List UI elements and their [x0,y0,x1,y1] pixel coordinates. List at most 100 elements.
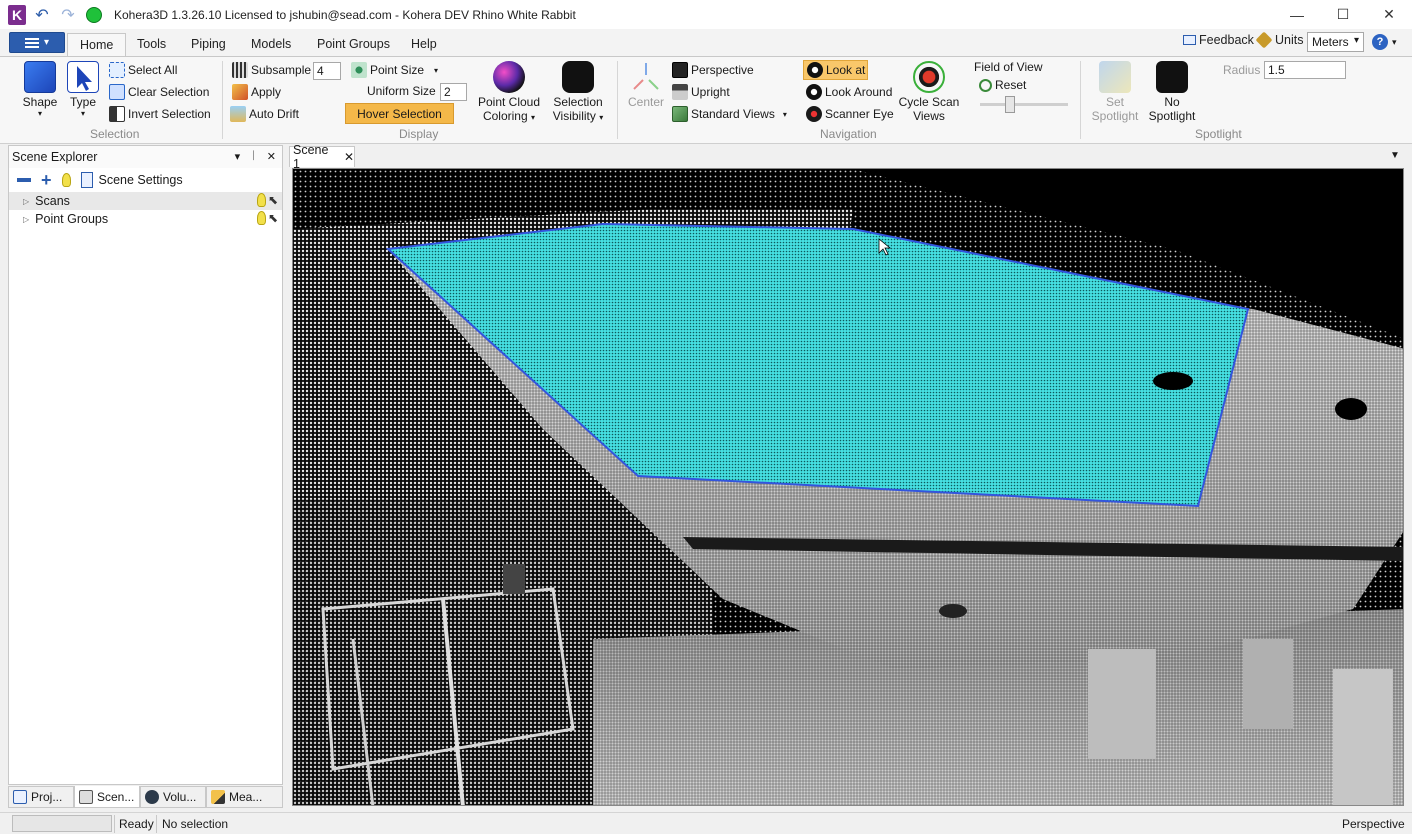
status-ready: Ready [119,817,154,831]
upright-label: Upright [691,85,730,99]
expand-all-icon[interactable]: + [41,171,52,189]
tab-piping[interactable]: Piping [191,37,226,51]
tab-scene[interactable]: Scen... [74,786,140,808]
no-spotlight-label-1: No [1164,95,1180,109]
field-of-view-slider-track[interactable] [980,103,1068,106]
tree-item-scans[interactable]: ▷ Scans ⬉ [9,192,282,210]
hover-selection-button[interactable]: Hover Selection [345,103,454,124]
clear-selection-icon [109,84,125,100]
cursor-arrow-icon [67,61,99,93]
set-spotlight-label-1: Set [1105,95,1124,109]
tree-item-point-groups[interactable]: ▷ Point Groups ⬉ [9,210,282,228]
field-of-view-slider-thumb[interactable] [1005,96,1015,113]
point-cloud-coloring-icon [493,61,525,93]
auto-drift-icon [230,106,246,122]
redo-icon[interactable]: ↷ [58,5,78,25]
collapse-all-icon[interactable] [17,178,31,182]
cycle-scan-views-icon [913,61,945,93]
panel-close-icon[interactable]: ✕ [267,150,276,163]
apply-icon [232,84,248,100]
scene-tabs-menu-arrow[interactable]: ▼ [1390,150,1400,161]
panel-menu-arrow[interactable]: ▾ [235,150,241,163]
apply-button[interactable]: Apply [232,84,281,100]
shape-button[interactable]: Shape ▾ [18,61,62,118]
visibility-bulb-icon[interactable] [257,193,266,207]
expand-arrow-icon[interactable]: ▷ [23,215,29,224]
look-at-button[interactable]: Look at [803,60,868,80]
expand-arrow-icon[interactable]: ▷ [23,197,29,206]
minimize-button[interactable]: — [1274,0,1320,29]
navigation-group-label: Navigation [820,127,877,141]
subsample-input[interactable]: 4 [313,62,341,80]
help-icon[interactable]: ? [1372,34,1388,50]
maximize-button[interactable]: ☐ [1320,0,1366,29]
point-cloud-viewport[interactable] [292,168,1404,806]
clear-selection-button[interactable]: Clear Selection [109,84,209,100]
no-spotlight-button[interactable]: No Spotlight [1144,61,1200,123]
type-button[interactable]: Type ▾ [64,61,102,118]
tab-measure[interactable]: Mea... [206,786,283,808]
set-spotlight-label-2: Spotlight [1091,109,1139,123]
point-cloud-coloring-button[interactable]: Point Cloud Coloring ▾ [476,61,542,123]
look-around-button[interactable]: Look Around [806,84,892,100]
scene-tab-close-icon[interactable]: ✕ [344,150,354,164]
file-menu-button[interactable]: ▾ [9,32,65,53]
hull-hole-selected [1153,372,1193,390]
scene-settings-label[interactable]: Scene Settings [99,173,183,187]
undo-icon[interactable]: ↶ [32,5,52,25]
upright-button[interactable]: Upright [672,84,730,100]
select-all-icon [109,62,125,78]
tab-help[interactable]: Help [411,37,437,51]
tab-project[interactable]: Proj... [8,786,74,808]
cycle-scan-views-label-2: Views [913,109,945,123]
visibility-bulb-icon[interactable] [257,211,266,225]
set-spotlight-icon [1099,61,1131,93]
select-all-button[interactable]: Select All [109,62,177,78]
tab-home[interactable]: Home [67,33,127,57]
point-size-button[interactable]: Point Size ▾ [351,62,438,78]
scanner-eye-button[interactable]: Scanner Eye [806,106,894,122]
tab-volume[interactable]: Volu... [140,786,206,808]
no-spotlight-label-2: Spotlight [1148,109,1196,123]
lightbulb-icon[interactable] [61,173,71,187]
window-title: Kohera3D 1.3.26.10 Licensed to jshubin@s… [114,7,576,22]
selection-visibility-label-2-row: Visibility ▾ [552,109,604,123]
feedback-button[interactable]: Feedback [1183,33,1254,47]
tab-point-groups[interactable]: Point Groups [317,37,390,51]
invert-selection-button[interactable]: Invert Selection [109,106,211,122]
selection-visibility-button[interactable]: Selection Visibility ▾ [548,61,608,123]
pin-icon[interactable]: ᛁ [250,150,257,163]
cycle-scan-views-button[interactable]: Cycle Scan Views [898,61,960,123]
scene-explorer-title: Scene Explorer [12,150,98,164]
tab-tools[interactable]: Tools [137,37,166,51]
selectable-cursor-icon[interactable]: ⬉ [268,193,278,207]
uniform-size-input[interactable]: 2 [440,83,467,101]
ribbon-separator [222,61,223,139]
explorer-bottom-tabs: Proj... Scen... Volu... Mea... [8,786,283,808]
title-bar: K ↶ ↷ Kohera3D 1.3.26.10 Licensed to jsh… [0,0,1412,29]
reset-button[interactable]: Reset [979,78,1026,92]
cursor-select-icon[interactable] [80,172,93,188]
subsample-button[interactable]: Subsample [232,62,311,78]
tab-models[interactable]: Models [251,37,291,51]
hull-hole [939,604,967,618]
scanner-eye-icon [806,106,822,122]
standard-views-button[interactable]: Standard Views ▾ [672,106,787,122]
radius-input[interactable]: 1.5 [1264,61,1346,79]
scene-document-tab[interactable]: Scene 1 ✕ [289,143,355,171]
reset-label: Reset [995,78,1027,92]
look-around-icon [806,84,822,100]
point-cloud-coloring-label-1: Point Cloud [477,95,541,109]
field-of-view-label: Field of View [974,60,1043,74]
close-button[interactable]: ✕ [1366,0,1412,29]
center-button[interactable]: Center [624,61,668,109]
auto-drift-button[interactable]: Auto Drift [230,106,299,122]
tab-measure-label: Mea... [229,790,263,804]
point-size-icon [351,62,367,78]
perspective-button[interactable]: Perspective [672,62,754,78]
help-dropdown-arrow[interactable]: ▾ [1392,37,1397,48]
selection-group-label: Selection [90,127,140,141]
set-spotlight-button[interactable]: Set Spotlight [1088,61,1142,123]
units-dropdown[interactable]: Meters [1307,32,1364,52]
selectable-cursor-icon[interactable]: ⬉ [268,211,278,225]
